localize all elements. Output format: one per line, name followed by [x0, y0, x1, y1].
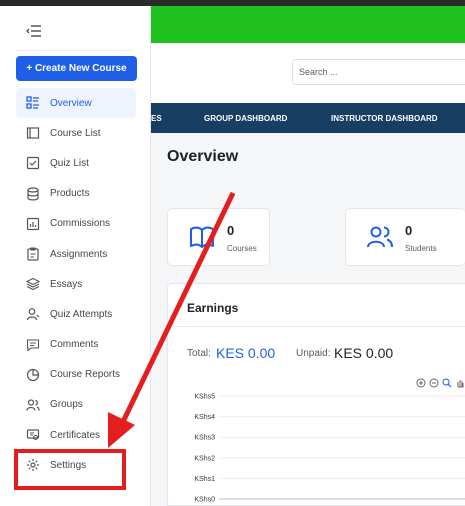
- nav-item-partial[interactable]: ES: [151, 114, 162, 123]
- users-icon: [366, 223, 394, 251]
- stat-label: Students: [405, 244, 437, 253]
- stat-value: 0: [227, 223, 235, 238]
- y-tick-label: KShs0: [194, 497, 215, 504]
- open-book-icon: [188, 223, 216, 251]
- sidebar-item-course-list[interactable]: Course List: [16, 118, 136, 148]
- comment-icon: [26, 338, 40, 352]
- checklist-icon: [26, 156, 40, 170]
- earnings-chart: KShs5 KShs4 KShs3 KShs2 KShs1 KShs0: [167, 389, 465, 506]
- y-tick-label: KShs1: [194, 476, 215, 483]
- sidebar-item-comments[interactable]: Comments: [16, 330, 136, 360]
- zoom-in-icon[interactable]: [416, 378, 426, 388]
- sidebar-item-label: Course Reports: [50, 369, 121, 381]
- earnings-divider: [167, 326, 465, 327]
- sidebar-item-overview[interactable]: Overview: [16, 88, 136, 119]
- y-tick-label: KShs4: [194, 414, 215, 421]
- sidebar-item-label: Assignments: [50, 248, 108, 260]
- sidebar-item-products[interactable]: Products: [16, 179, 136, 209]
- sidebar-item-course-reports[interactable]: Course Reports: [16, 360, 136, 390]
- stat-label: Courses: [227, 244, 257, 253]
- unpaid-value: KES 0.00: [334, 345, 394, 361]
- sidebar-item-quiz-list[interactable]: Quiz List: [16, 148, 136, 178]
- zoom-select-icon[interactable]: [442, 378, 452, 388]
- sidebar-item-essays[interactable]: Essays: [16, 269, 136, 299]
- earnings-title: Earnings: [187, 301, 239, 315]
- chart-box-icon: [26, 217, 40, 231]
- layers-icon: [26, 277, 40, 291]
- sidebar-item-groups[interactable]: Groups: [16, 390, 136, 420]
- page-title: Overview: [167, 148, 239, 165]
- book-icon: [26, 126, 40, 140]
- sidebar-item-certificates[interactable]: Certificates: [16, 420, 136, 450]
- search-input[interactable]: Search ...: [292, 59, 465, 85]
- users-icon: [26, 398, 40, 412]
- sidebar-item-quiz-attempts[interactable]: Quiz Attempts: [16, 299, 136, 329]
- nav-item-instructor-dashboard[interactable]: INSTRUCTOR DASHBOARD: [331, 114, 438, 123]
- nav-item-group-dashboard[interactable]: GROUP DASHBOARD: [204, 114, 287, 123]
- sidebar-item-label: Overview: [50, 97, 92, 109]
- top-banner: [151, 6, 465, 43]
- stat-card-courses: 0 Courses: [167, 208, 270, 266]
- sidebar-item-label: Quiz Attempts: [50, 308, 113, 320]
- stat-card-students: 0 Students: [345, 208, 465, 266]
- sidebar-item-assignments[interactable]: Assignments: [16, 239, 136, 269]
- grid-list-icon: [26, 96, 40, 110]
- y-tick-label: KShs2: [194, 455, 215, 462]
- pan-hand-icon[interactable]: [455, 378, 465, 388]
- sidebar-item-label: Essays: [50, 278, 83, 290]
- database-icon: [26, 187, 40, 201]
- sidebar-item-commissions[interactable]: Commissions: [16, 209, 136, 239]
- sidebar-item-label: Commissions: [50, 218, 111, 230]
- chart-toolbar: [416, 378, 465, 388]
- user-attempt-icon: [26, 307, 40, 321]
- unpaid-label: Unpaid:: [296, 348, 331, 359]
- stat-value: 0: [405, 223, 413, 238]
- collapse-sidebar-icon[interactable]: [26, 24, 42, 38]
- zoom-out-icon[interactable]: [429, 378, 439, 388]
- pie-chart-icon: [26, 368, 40, 382]
- certificate-icon: [26, 428, 40, 442]
- sidebar-item-label: Certificates: [50, 429, 101, 441]
- sidebar-divider: [16, 50, 131, 51]
- dashboard-navbar: ES GROUP DASHBOARD INSTRUCTOR DASHBOARD: [151, 103, 465, 133]
- sidebar-nav: Overview Course List Quiz List Products …: [16, 88, 136, 480]
- sidebar-item-label: Course List: [50, 127, 101, 139]
- total-label: Total:: [187, 348, 211, 359]
- sidebar-item-label: Quiz List: [50, 157, 89, 169]
- total-value: KES 0.00: [216, 345, 276, 361]
- search-placeholder: Search ...: [299, 67, 338, 77]
- y-tick-label: KShs3: [194, 435, 215, 442]
- sidebar-item-label: Comments: [50, 339, 99, 351]
- earnings-chart-svg: KShs5 KShs4 KShs3 KShs2 KShs1 KShs0: [194, 394, 465, 504]
- sidebar-item-label: Groups: [50, 399, 83, 411]
- create-new-course-button[interactable]: + Create New Course: [16, 56, 137, 81]
- annotation-highlight-box: [14, 449, 126, 490]
- y-tick-label: KShs5: [194, 394, 215, 401]
- assignment-icon: [26, 247, 40, 261]
- sidebar-item-label: Products: [50, 188, 90, 200]
